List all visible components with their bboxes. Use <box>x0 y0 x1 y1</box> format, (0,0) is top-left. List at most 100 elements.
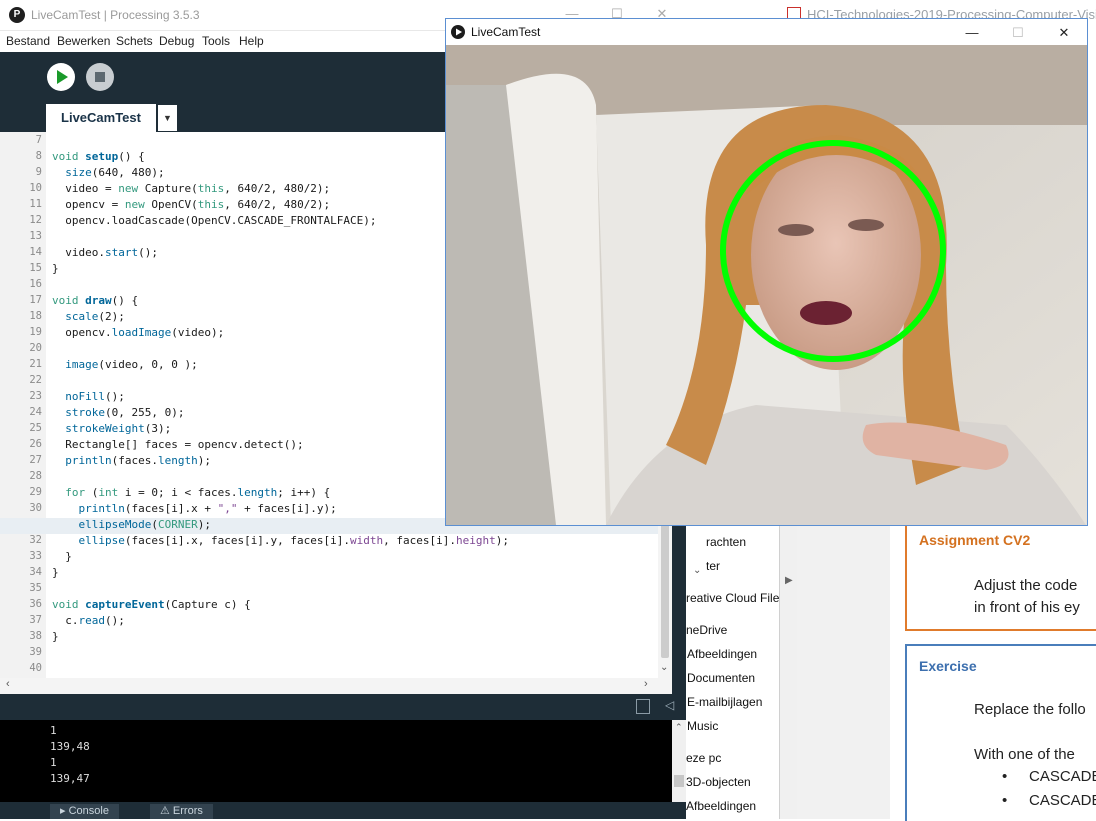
line-number: 38 <box>29 630 42 642</box>
code-line[interactable]: } <box>52 550 72 563</box>
bullet-dot-icon: • <box>1002 792 1008 809</box>
line-number: 25 <box>29 422 42 434</box>
chevron-down-icon[interactable]: ⌄ <box>693 565 701 576</box>
webcam-feed <box>446 45 1087 525</box>
code-line[interactable]: void draw() { <box>52 294 138 307</box>
code-line[interactable]: video.start(); <box>52 246 158 259</box>
console-icon: ▸ <box>60 805 69 817</box>
scroll-right-icon[interactable]: › <box>644 678 648 690</box>
face-detection-overlay <box>720 140 946 362</box>
editor-horizontal-scrollbar[interactable]: ‹ › <box>0 678 672 694</box>
errors-tab-label: Errors <box>172 805 203 817</box>
code-line[interactable]: noFill(); <box>52 390 125 403</box>
explorer-item[interactable]: rachten <box>706 535 746 549</box>
line-number: 32 <box>29 534 42 546</box>
assignment-text-line-1: Adjust the code <box>974 577 1078 594</box>
explorer-item[interactable]: Afbeeldingen <box>687 647 757 661</box>
chevron-right-icon[interactable]: ▶ <box>785 575 793 586</box>
close-icon[interactable]: ✕ <box>1054 25 1074 41</box>
explorer-item[interactable]: ter <box>706 559 720 573</box>
code-line[interactable]: println(faces[i].x + "," + faces[i].y); <box>52 502 337 515</box>
stop-button[interactable] <box>86 63 114 91</box>
code-line[interactable]: c.read(); <box>52 614 125 627</box>
code-line[interactable]: ellipseMode(CORNER); <box>52 518 211 531</box>
explorer-item[interactable]: Afbeeldingen <box>686 799 756 813</box>
console-tab-label: Console <box>68 805 109 817</box>
code-line[interactable]: Rectangle[] faces = opencv.detect(); <box>52 438 303 451</box>
line-number: 11 <box>29 198 42 210</box>
tab-errors[interactable]: ⚠ Errors <box>150 804 213 819</box>
line-number: 39 <box>29 646 42 658</box>
processing-logo-icon: P <box>9 7 25 23</box>
assignment-text-line-2: in front of his ey <box>974 599 1080 616</box>
scroll-left-icon[interactable]: ‹ <box>6 678 10 690</box>
tab-livecamtest[interactable]: LiveCamTest <box>46 104 156 132</box>
code-line[interactable]: } <box>52 262 59 275</box>
line-number: 22 <box>29 374 42 386</box>
line-number: 19 <box>29 326 42 338</box>
code-line[interactable]: for (int i = 0; i < faces.length; i++) { <box>52 486 330 499</box>
menu-schets[interactable]: Schets <box>116 34 153 48</box>
code-line[interactable]: } <box>52 566 59 579</box>
explorer-item[interactable]: Documenten <box>687 671 755 685</box>
explorer-item[interactable]: 3D-objecten <box>686 775 751 789</box>
code-line[interactable]: strokeWeight(3); <box>52 422 171 435</box>
code-line[interactable]: opencv.loadCascade(OpenCV.CASCADE_FRONTA… <box>52 214 376 227</box>
code-line[interactable]: void setup() { <box>52 150 145 163</box>
line-number: 26 <box>29 438 42 450</box>
stop-icon <box>95 72 105 82</box>
scroll-down-icon[interactable]: ⌄ <box>660 662 668 673</box>
sketch-titlebar: LiveCamTest — ☐ ✕ <box>446 19 1087 45</box>
exercise-bullet-1: CASCADE <box>1029 768 1096 785</box>
code-line[interactable]: opencv = new OpenCV(this, 640/2, 480/2); <box>52 198 330 211</box>
explorer-item[interactable]: Music <box>687 719 718 733</box>
line-number: 8 <box>35 150 42 162</box>
line-number: 9 <box>35 166 42 178</box>
collapse-console-icon[interactable]: ◁ <box>665 698 674 712</box>
code-line[interactable]: scale(2); <box>52 310 125 323</box>
sketch-window: LiveCamTest — ☐ ✕ <box>445 18 1088 526</box>
line-number: 20 <box>29 342 42 354</box>
menu-debug[interactable]: Debug <box>159 34 194 48</box>
code-line[interactable]: println(faces.length); <box>52 454 211 467</box>
explorer-item[interactable]: E-mailbijlagen <box>687 695 762 709</box>
console-scrollbar[interactable]: ⌃ <box>672 720 686 802</box>
code-line[interactable]: image(video, 0, 0 ); <box>52 358 197 371</box>
menu-help[interactable]: Help <box>239 34 264 48</box>
console-line: 139,48 <box>50 740 90 753</box>
clipboard-icon[interactable] <box>636 699 650 714</box>
console-output: 1 139,48 1 139,47 <box>0 720 672 802</box>
exercise-text-line-1: Replace the follo <box>974 701 1086 718</box>
line-number: 30 <box>29 502 42 514</box>
exercise-box: Exercise Replace the follo With one of t… <box>905 644 1096 821</box>
line-number: 12 <box>29 214 42 226</box>
line-number: 35 <box>29 582 42 594</box>
run-button[interactable] <box>47 63 75 91</box>
code-line[interactable]: void captureEvent(Capture c) { <box>52 598 251 611</box>
line-number: 15 <box>29 262 42 274</box>
menu-tools[interactable]: Tools <box>202 34 230 48</box>
code-line[interactable]: video = new Capture(this, 640/2, 480/2); <box>52 182 330 195</box>
explorer-item[interactable]: reative Cloud File <box>686 591 779 605</box>
code-line[interactable]: size(640, 480); <box>52 166 164 179</box>
scroll-up-icon[interactable]: ⌃ <box>675 722 683 733</box>
code-line[interactable]: } <box>52 630 59 643</box>
line-number: 7 <box>35 134 42 146</box>
warning-icon: ⚠ <box>160 805 173 817</box>
menu-bewerken[interactable]: Bewerken <box>57 34 110 48</box>
explorer-item[interactable]: neDrive <box>686 623 727 637</box>
console-scroll-thumb[interactable] <box>674 775 684 787</box>
line-number: 29 <box>29 486 42 498</box>
code-line[interactable]: ellipse(faces[i].x, faces[i].y, faces[i]… <box>52 534 510 547</box>
minimize-icon[interactable]: — <box>962 25 982 40</box>
code-line[interactable]: stroke(0, 255, 0); <box>52 406 184 419</box>
menu-bestand[interactable]: Bestand <box>6 34 50 48</box>
code-line[interactable]: opencv.loadImage(video); <box>52 326 224 339</box>
ide-window-title: LiveCamTest | Processing 3.5.3 <box>31 8 200 22</box>
processing-run-icon <box>451 25 465 39</box>
tab-dropdown-icon[interactable]: ▼ <box>158 105 177 131</box>
explorer-splitter[interactable]: ▶ <box>779 520 798 819</box>
explorer-item[interactable]: eze pc <box>686 751 721 765</box>
tab-console[interactable]: ▸ Console <box>50 804 119 819</box>
maximize-icon[interactable]: ☐ <box>1008 25 1028 41</box>
